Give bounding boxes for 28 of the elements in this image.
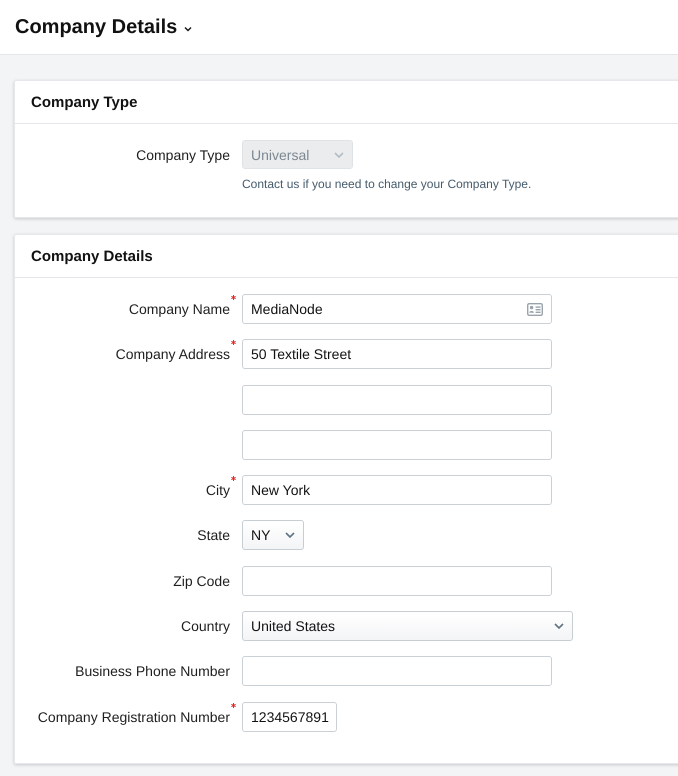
- section-title: Company Details: [31, 248, 153, 264]
- select-dropdown[interactable]: NY: [242, 520, 304, 550]
- field-label: Company Registration Number: [38, 708, 230, 727]
- field-label: State: [197, 526, 230, 546]
- chevron-down-icon: [285, 532, 295, 538]
- field-label: City: [206, 481, 230, 500]
- field-label: Company Name: [128, 300, 230, 319]
- text-field[interactable]: [242, 430, 552, 460]
- chevron-down-icon: [334, 152, 344, 158]
- chevron-down-icon: [554, 623, 564, 630]
- text-field[interactable]: [242, 566, 552, 596]
- field-label: Company Type: [136, 146, 230, 165]
- page-title-dropdown[interactable]: Company Details: [15, 16, 192, 38]
- contact-card-icon[interactable]: [527, 302, 543, 316]
- text-field[interactable]: New York: [242, 475, 552, 506]
- section-title: Company Type: [31, 94, 138, 110]
- select-dropdown[interactable]: United States: [242, 611, 573, 642]
- text-field[interactable]: 1234567891: [242, 702, 337, 732]
- text-field[interactable]: MediaNode: [242, 294, 552, 324]
- field-label: Zip Code: [173, 572, 230, 591]
- chevron-down-icon: [184, 26, 192, 32]
- text-field[interactable]: [242, 656, 552, 686]
- field-hint: Contact us if you need to change your Company Type.: [242, 177, 532, 191]
- field-label: Country: [180, 617, 230, 636]
- field-label: Company Address: [116, 345, 230, 364]
- text-field[interactable]: 50 Textile Street: [242, 339, 552, 370]
- text-field[interactable]: [242, 384, 552, 415]
- field-label: Business Phone Number: [75, 662, 230, 682]
